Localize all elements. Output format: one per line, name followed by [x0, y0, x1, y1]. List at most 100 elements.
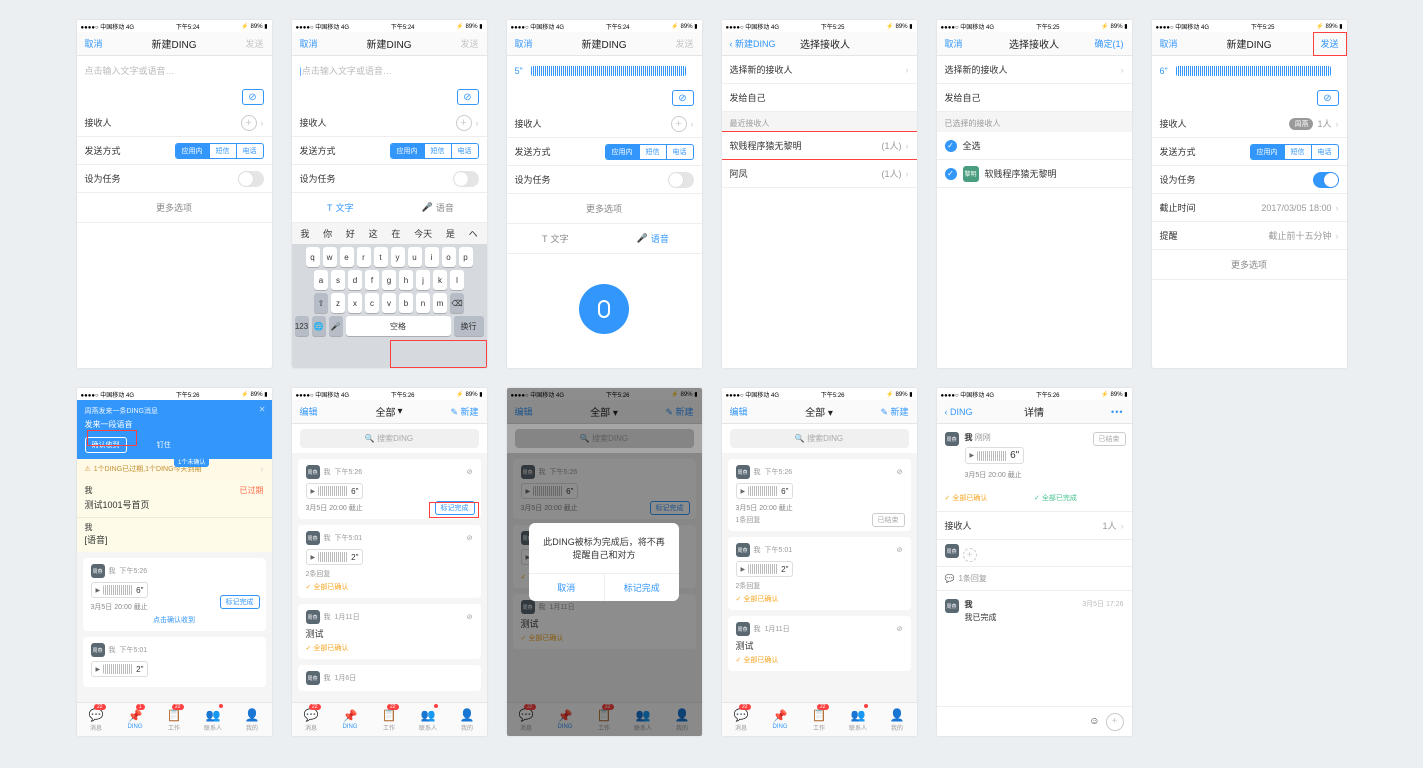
- attach-button[interactable]: ⊘: [242, 89, 264, 105]
- list-item[interactable]: 测试1001号首页: [85, 498, 264, 511]
- tab-work[interactable]: 📋工作22: [800, 703, 839, 736]
- new-button[interactable]: ✎ 新建: [875, 405, 909, 418]
- modal-overlay[interactable]: 此DING被标为完成后，将不再提醒自己和对方 取消标记完成: [507, 388, 702, 736]
- tab-me[interactable]: 👤我的: [233, 703, 272, 736]
- method-cell[interactable]: 发送方式应用内短信电话: [507, 138, 702, 166]
- text-mode[interactable]: T 文字: [292, 193, 390, 222]
- tab-ding[interactable]: 📌DING1: [116, 703, 155, 736]
- emoji-icon[interactable]: ☺: [1089, 716, 1099, 727]
- method-segment[interactable]: 应用内短信电话: [175, 143, 264, 159]
- tab-me[interactable]: 👤我的: [878, 703, 917, 736]
- method-cell[interactable]: 发送方式应用内短信电话: [1152, 138, 1347, 166]
- send-self[interactable]: 发给自己: [937, 84, 1132, 112]
- edit-button[interactable]: 编辑: [730, 405, 764, 418]
- back-button[interactable]: ‹ DING: [945, 407, 979, 417]
- confirm-button[interactable]: 确定(1): [1090, 37, 1124, 50]
- send-button[interactable]: 发送: [445, 37, 479, 50]
- ding-card[interactable]: 周燕我 下午5:01 2": [83, 637, 266, 687]
- task-cell[interactable]: 设为任务: [292, 165, 487, 193]
- modal-cancel[interactable]: 取消: [529, 574, 605, 601]
- search-input[interactable]: 🔍 搜索DING: [300, 429, 479, 448]
- more-menu[interactable]: •••: [1090, 407, 1124, 417]
- pin-button[interactable]: 钉住: [157, 442, 171, 449]
- tab-contact[interactable]: 👥联系人: [194, 703, 233, 736]
- record-button[interactable]: [579, 284, 629, 334]
- notification-banner[interactable]: 周燕发来一条DING消息 发来一段语音 确认收到 钉住 1个未确认 ✕: [77, 400, 272, 459]
- task-switch[interactable]: [238, 171, 264, 187]
- new-button[interactable]: ✎ 新建: [445, 405, 479, 418]
- back-button[interactable]: ‹ 新建DING: [730, 37, 776, 50]
- tab-contact[interactable]: 👥联系人: [839, 703, 878, 736]
- search-input[interactable]: 🔍 搜索DING: [730, 429, 909, 448]
- new-recipient[interactable]: 选择新的接收人›: [722, 56, 917, 84]
- tab-msg[interactable]: 💬消息22: [292, 703, 331, 736]
- select-all[interactable]: ✓全选: [937, 132, 1132, 160]
- keyboard[interactable]: qwertyuiop asdfghjkl ⇧zxcvbnm⌫ 123🌐🎤空格换行: [292, 244, 487, 368]
- task-cell[interactable]: 设为任务: [1152, 166, 1347, 194]
- recent-person-2[interactable]: 阿凤(1人)›: [722, 160, 917, 188]
- edit-button[interactable]: 编辑: [300, 405, 334, 418]
- recipient-cell[interactable]: 接收人周燕1人›: [1152, 110, 1347, 138]
- attach-button[interactable]: ⊘: [457, 89, 479, 105]
- list-item[interactable]: [语音]: [85, 533, 264, 546]
- close-icon[interactable]: ✕: [259, 405, 266, 414]
- add-icon[interactable]: +: [1106, 713, 1124, 731]
- more-options[interactable]: 更多选项: [77, 193, 272, 223]
- cancel-button[interactable]: 取消: [1160, 37, 1194, 50]
- attach-button[interactable]: ⊘: [1317, 90, 1339, 106]
- new-recipient[interactable]: 选择新的接收人›: [937, 56, 1132, 84]
- click-confirm[interactable]: 点击确认收到: [91, 615, 258, 625]
- add-recipient-icon[interactable]: +: [963, 548, 977, 562]
- cancel-button[interactable]: 取消: [300, 37, 334, 50]
- cancel-button[interactable]: 取消: [515, 37, 549, 50]
- waveform[interactable]: [1176, 66, 1331, 76]
- content-input[interactable]: 点击输入文字或语音…: [77, 56, 272, 85]
- confirm-receipt-button[interactable]: 确认收到: [85, 437, 127, 453]
- voice-mode[interactable]: 🎤 语音: [604, 224, 702, 253]
- send-button[interactable]: 发送: [1305, 37, 1339, 50]
- tab-contact[interactable]: 👥联系人: [409, 703, 448, 736]
- task-cell[interactable]: 设为任务: [77, 165, 272, 193]
- modal-ok[interactable]: 标记完成: [605, 574, 680, 601]
- tab-work[interactable]: 📋工作22: [155, 703, 194, 736]
- ding-card[interactable]: 周燕我 下午5:01⊘ 2" 2条回复 全部已确认: [298, 525, 481, 598]
- more-options[interactable]: 更多选项: [507, 194, 702, 224]
- reply-bar[interactable]: ☺ +: [937, 706, 1132, 736]
- recipient-cell[interactable]: 接收人+›: [507, 110, 702, 138]
- tab-ding[interactable]: 📌DING: [331, 703, 370, 736]
- tab-msg[interactable]: 💬消息22: [722, 703, 761, 736]
- recipient-cell[interactable]: 接收人1人›: [937, 512, 1132, 540]
- recipient-cell[interactable]: 接收人+›: [77, 109, 272, 137]
- task-cell[interactable]: 设为任务: [507, 166, 702, 194]
- mark-done-button[interactable]: 标记完成: [435, 501, 475, 515]
- text-mode[interactable]: T 文字: [507, 224, 605, 253]
- play-button[interactable]: 6": [91, 582, 149, 598]
- ding-card[interactable]: 周燕我 1月6日: [298, 665, 481, 691]
- voice-mode[interactable]: 🎤 语音: [389, 193, 487, 222]
- send-self[interactable]: 发给自己: [722, 84, 917, 112]
- mark-done-button[interactable]: 标记完成: [220, 595, 260, 609]
- cancel-button[interactable]: 取消: [945, 37, 979, 50]
- more-options[interactable]: 更多选项: [1152, 250, 1347, 280]
- task-switch[interactable]: [1313, 172, 1339, 188]
- send-button[interactable]: 发送: [660, 37, 694, 50]
- attach-button[interactable]: ⊘: [672, 90, 694, 106]
- remind-cell[interactable]: 提醒截止前十五分钟›: [1152, 222, 1347, 250]
- tab-msg[interactable]: 💬消息22: [77, 703, 116, 736]
- method-cell[interactable]: 发送方式应用内短信电话: [77, 137, 272, 165]
- method-cell[interactable]: 发送方式应用内短信电话: [292, 137, 487, 165]
- recent-person-1[interactable]: 软贱程序猿无黎明(1人)›: [722, 132, 917, 160]
- send-button[interactable]: 发送: [230, 37, 264, 50]
- ding-card[interactable]: 周燕我 1月11日⊘ 测试 全部已确认: [728, 616, 911, 671]
- tab-me[interactable]: 👤我的: [448, 703, 487, 736]
- deadline-cell[interactable]: 截止时间2017/03/05 18:00›: [1152, 194, 1347, 222]
- ding-card[interactable]: 周燕我 下午5:01⊘ 2" 2条回复 全部已确认: [728, 537, 911, 610]
- recipient-cell[interactable]: 接收人+›: [292, 109, 487, 137]
- content-input[interactable]: |点击输入文字或语音…: [292, 56, 487, 85]
- ding-card[interactable]: 周燕我 1月11日⊘ 测试 全部已确认: [298, 604, 481, 659]
- tab-work[interactable]: 📋工作22: [370, 703, 409, 736]
- tab-ding[interactable]: 📌DING: [761, 703, 800, 736]
- waveform[interactable]: [531, 66, 686, 76]
- input-mode-segment[interactable]: T 文字 🎤 语音: [292, 193, 487, 223]
- selected-person[interactable]: ✓黎明软贱程序猿无黎明: [937, 160, 1132, 188]
